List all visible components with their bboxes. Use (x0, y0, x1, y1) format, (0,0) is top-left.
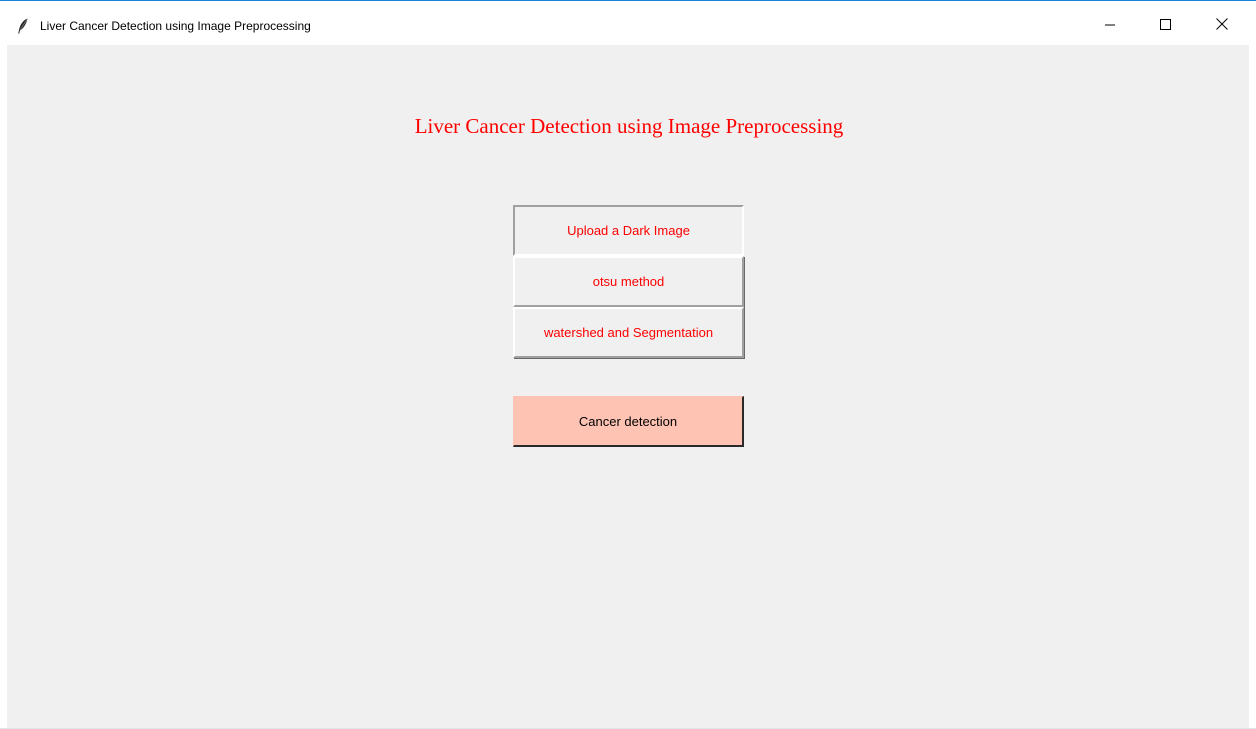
otsu-method-button[interactable]: otsu method (513, 256, 744, 307)
app-window: Liver Cancer Detection using Image Prepr… (0, 0, 1256, 729)
main-content: Liver Cancer Detection using Image Prepr… (7, 45, 1249, 729)
page-title: Liver Cancer Detection using Image Prepr… (414, 114, 844, 138)
close-button[interactable] (1199, 2, 1245, 46)
maximize-button[interactable] (1142, 2, 1188, 46)
window-title: Liver Cancer Detection using Image Prepr… (40, 19, 311, 33)
upload-dark-image-button[interactable]: Upload a Dark Image (513, 205, 744, 256)
title-bar[interactable]: Liver Cancer Detection using Image Prepr… (0, 1, 1256, 45)
close-icon (1216, 18, 1228, 30)
minimize-icon (1104, 19, 1116, 30)
feather-icon (17, 18, 29, 34)
cancer-detection-button[interactable]: Cancer detection (513, 396, 744, 447)
watershed-segmentation-button[interactable]: watershed and Segmentation (513, 307, 744, 358)
minimize-button[interactable] (1087, 2, 1133, 46)
maximize-icon (1159, 18, 1171, 30)
